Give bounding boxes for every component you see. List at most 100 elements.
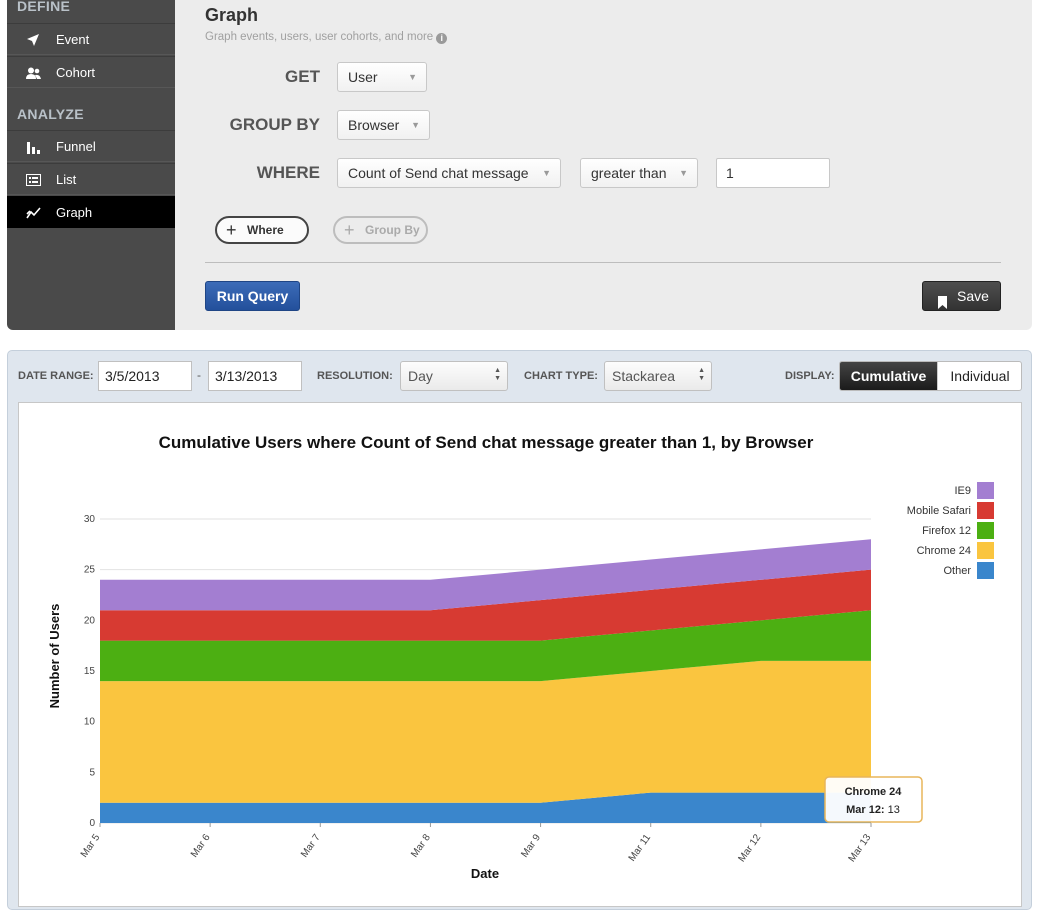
where-property-value: Count of Send chat message xyxy=(348,165,529,181)
add-group-by-label: Group By xyxy=(365,223,420,237)
divider xyxy=(205,262,1001,263)
sidebar-item-funnel[interactable]: Funnel xyxy=(7,130,175,162)
save-button-label: Save xyxy=(957,288,989,304)
where-operator-select[interactable]: greater than ▼ xyxy=(580,158,698,188)
y-tick-label: 15 xyxy=(84,666,96,677)
chart-type-select[interactable]: Stackarea ▲ ▼ xyxy=(604,361,712,391)
resolution-value: Day xyxy=(408,368,433,384)
date-range-label: DATE RANGE: xyxy=(18,370,94,382)
legend-swatch xyxy=(977,502,994,519)
where-operator-value: greater than xyxy=(591,165,667,181)
plus-icon: + xyxy=(344,220,355,240)
where-label: WHERE xyxy=(256,163,320,182)
chevron-down-icon: ▼ xyxy=(411,120,420,130)
display-individual-button[interactable]: Individual xyxy=(937,362,1021,390)
date-to-input[interactable]: 3/13/2013 xyxy=(208,361,302,391)
x-tick-label: Mar 13 xyxy=(847,832,874,864)
x-tick-label: Mar 5 xyxy=(79,832,103,860)
graph-query-panel: Graph Graph events, users, user cohorts,… xyxy=(175,0,1032,330)
legend-label: IE9 xyxy=(954,485,971,497)
x-tick-label: Mar 9 xyxy=(519,832,543,860)
info-icon[interactable]: i xyxy=(436,33,448,44)
bookmark-icon xyxy=(938,290,947,318)
x-tick-label: Mar 12 xyxy=(736,832,763,864)
chart-title: Cumulative Users where Count of Send cha… xyxy=(159,433,814,452)
legend-label: Mobile Safari xyxy=(907,505,971,517)
list-icon xyxy=(25,164,41,196)
display-label: DISPLAY: xyxy=(785,370,835,382)
chart-type-value: Stackarea xyxy=(612,368,676,384)
users-icon xyxy=(25,57,41,89)
group-by-select[interactable]: Browser ▼ xyxy=(337,110,430,140)
tooltip-value: Mar 12: 13 xyxy=(846,804,900,816)
sidebar-item-graph[interactable]: Graph xyxy=(7,196,175,228)
sidebar-item-cohort[interactable]: Cohort xyxy=(7,56,175,88)
updown-icon: ▲ ▼ xyxy=(494,367,501,382)
add-group-by-button[interactable]: + Group By xyxy=(333,216,428,244)
get-label: GET xyxy=(285,67,320,86)
where-property-select[interactable]: Count of Send chat message ▼ xyxy=(337,158,561,188)
y-tick-label: 20 xyxy=(84,615,96,626)
run-query-button[interactable]: Run Query xyxy=(205,281,300,311)
display-toggle: Cumulative Individual xyxy=(839,361,1022,391)
resolution-label: RESOLUTION: xyxy=(317,370,393,382)
chart-type-label: CHART TYPE: xyxy=(524,370,598,382)
legend-swatch xyxy=(977,522,994,539)
legend-label: Other xyxy=(943,565,971,577)
x-tick-label: Mar 8 xyxy=(409,832,433,860)
results-panel: DATE RANGE: 3/5/2013 - 3/13/2013 RESOLUT… xyxy=(7,350,1032,910)
sidebar-item-label: Funnel xyxy=(56,139,96,154)
group-by-label: GROUP BY xyxy=(229,115,320,134)
sidebar-item-list[interactable]: List xyxy=(7,163,175,195)
sidebar-heading-define: DEFINE xyxy=(17,0,71,14)
sidebar-item-label: Event xyxy=(56,32,90,47)
page-subtitle: Graph events, users, user cohorts, and m… xyxy=(205,31,448,44)
chart-tooltip: Chrome 24 Mar 12: 13 xyxy=(824,776,923,823)
sidebar-item-label: Graph xyxy=(56,205,93,220)
y-tick-label: 25 xyxy=(84,565,96,576)
y-tick-label: 30 xyxy=(84,514,96,525)
date-separator: - xyxy=(197,368,201,382)
resolution-select[interactable]: Day ▲ ▼ xyxy=(400,361,508,391)
legend-item[interactable]: Other xyxy=(943,562,994,579)
sidebar-item-label: Cohort xyxy=(56,65,96,80)
where-value-input[interactable]: 1 xyxy=(716,158,830,188)
legend-item[interactable]: Chrome 24 xyxy=(917,542,994,559)
get-select-value: User xyxy=(348,69,378,85)
legend-swatch xyxy=(977,542,994,559)
x-tick-label: Mar 7 xyxy=(299,832,323,860)
add-where-label: Where xyxy=(247,223,284,237)
x-tick-label: Mar 11 xyxy=(627,832,654,864)
display-cumulative-button[interactable]: Cumulative xyxy=(840,362,937,390)
subtitle-text: Graph events, users, user cohorts, and m… xyxy=(205,31,434,43)
legend-item[interactable]: IE9 xyxy=(954,482,994,499)
y-tick-label: 5 xyxy=(89,767,95,778)
save-button[interactable]: Save xyxy=(922,281,1001,311)
tooltip-series: Chrome 24 xyxy=(845,786,903,798)
chevron-down-icon: ▼ xyxy=(542,168,551,178)
y-axis-label: Number of Users xyxy=(47,604,62,709)
sidebar: DEFINE Event Cohort ANALYZE Funnel List xyxy=(7,0,175,330)
legend-item[interactable]: Mobile Safari xyxy=(907,502,994,519)
funnel-bars-icon xyxy=(25,131,41,163)
get-select[interactable]: User ▼ xyxy=(337,62,427,92)
sidebar-heading-analyze: ANALYZE xyxy=(17,106,84,122)
updown-icon: ▲ ▼ xyxy=(698,367,705,382)
legend-item[interactable]: Firefox 12 xyxy=(922,522,994,539)
graph-icon xyxy=(25,197,41,229)
date-from-input[interactable]: 3/5/2013 xyxy=(98,361,192,391)
add-where-button[interactable]: + Where xyxy=(215,216,309,244)
x-axis-label: Date xyxy=(471,866,499,881)
y-tick-label: 0 xyxy=(89,818,95,829)
y-tick-label: 10 xyxy=(84,717,96,728)
legend-label: Chrome 24 xyxy=(917,545,971,557)
plus-icon: + xyxy=(226,220,237,240)
page-title: Graph xyxy=(205,5,259,25)
area-chrome-24[interactable] xyxy=(100,660,871,803)
x-tick-label: Mar 6 xyxy=(189,832,213,860)
sidebar-item-event[interactable]: Event xyxy=(7,23,175,55)
legend-swatch xyxy=(977,562,994,579)
legend-label: Firefox 12 xyxy=(922,525,971,537)
query-panel: DEFINE Event Cohort ANALYZE Funnel List xyxy=(7,0,1032,330)
legend-swatch xyxy=(977,482,994,499)
